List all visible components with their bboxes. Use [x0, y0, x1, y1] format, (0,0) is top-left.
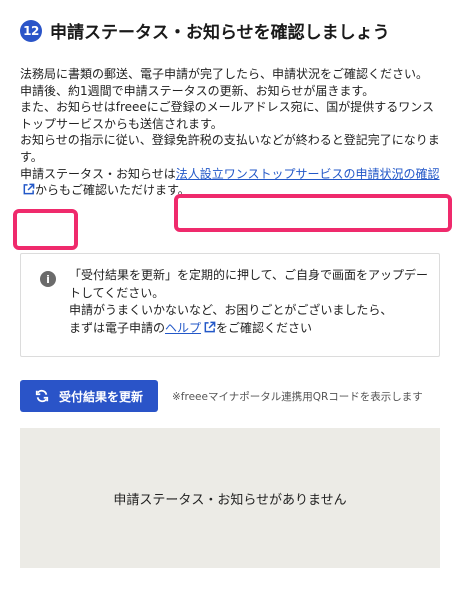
- status-empty-message: 申請ステータス・お知らせがありません: [113, 492, 347, 508]
- link-text-part2: 確認: [415, 166, 440, 181]
- help-link[interactable]: ヘルプ: [165, 321, 216, 335]
- step-header: 12 申請ステータス・お知らせを確認しましょう: [20, 18, 390, 43]
- external-link-icon: [204, 321, 216, 333]
- status-panel: 申請ステータス・お知らせがありません: [20, 428, 440, 568]
- description-prefix: 申請ステータス・お知らせは: [20, 166, 176, 181]
- info-prefix: まずは電子申請の: [69, 320, 166, 335]
- link-text-part1: 法人設立ワンストップサービスの申請状況の: [175, 166, 416, 181]
- info-box: i 「受付結果を更新」を定期的に押して、ご自身で画面をアップデートしてください。…: [20, 253, 440, 357]
- update-results-button[interactable]: 受付結果を更新: [20, 380, 158, 412]
- step-title: 申請ステータス・お知らせを確認しましょう: [50, 23, 390, 43]
- info-line: 申請がうまくいかないなど、お困りごとがございましたら、: [69, 303, 393, 318]
- description-line: また、お知らせはfreeeにご登録のメールアドレス宛に、国が提供するワンストップ…: [20, 100, 434, 131]
- step-number-badge: 12: [20, 19, 42, 42]
- info-line-with-link: まずは電子申請のヘルプ をご確認ください: [69, 320, 429, 338]
- description-line: 申請後、約1週間で申請ステータスの更新、お知らせが届きます。: [20, 83, 375, 98]
- update-results-label: 受付結果を更新: [58, 389, 143, 404]
- info-line: 「受付結果を更新」を定期的に押して、ご自身で画面をアップデートしてください。: [69, 268, 429, 300]
- description-line: 法務局に書類の郵送、電子申請が完了したら、申請状況をご確認ください。: [20, 67, 429, 81]
- qr-note: ※freeeマイナポータル連携用QRコードを表示します: [172, 391, 423, 403]
- description: 法務局に書類の郵送、電子申請が完了したら、申請状況をご確認ください。 申請後、約…: [20, 66, 445, 199]
- highlight-frame-link-line2: [13, 209, 78, 250]
- refresh-icon: [35, 389, 49, 403]
- external-link-icon: [23, 183, 35, 195]
- help-link-label: ヘルプ: [165, 320, 202, 335]
- description-suffix: からもご確認いただけます。: [35, 183, 190, 198]
- info-suffix: をご確認ください: [216, 320, 313, 335]
- info-icon: i: [40, 271, 56, 287]
- description-line-with-link: 申請ステータス・お知らせは法人設立ワンストップサービスの申請状況の確認からもご確…: [20, 166, 445, 199]
- description-line: お知らせの指示に従い、登録免許税の支払いなどが終わると登記完了になります。: [20, 133, 440, 164]
- info-text: 「受付結果を更新」を定期的に押して、ご自身で画面をアップデートしてください。 申…: [69, 267, 429, 337]
- highlight-frame-link-line1: [174, 194, 452, 232]
